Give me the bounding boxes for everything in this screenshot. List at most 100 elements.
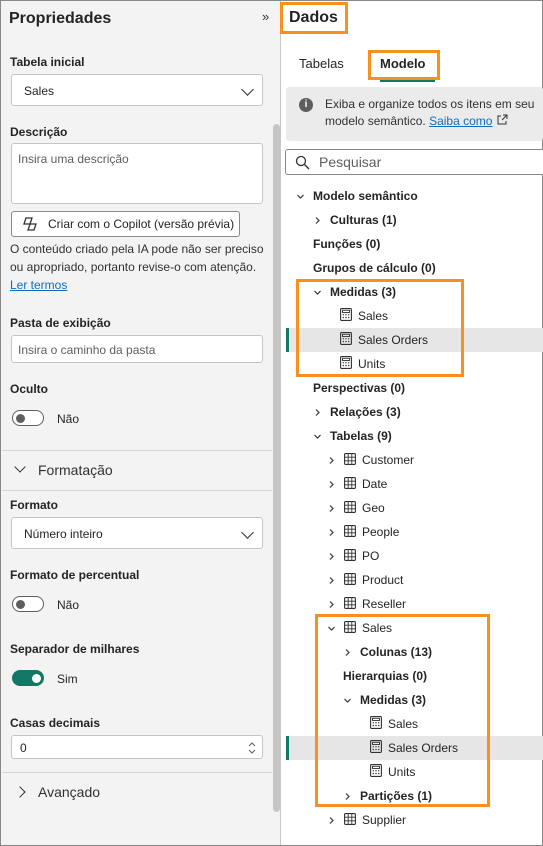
tree-table-po[interactable]: PO xyxy=(327,544,379,568)
display-folder-label: Pasta de exibição xyxy=(10,316,111,330)
collapse-pane-icon[interactable]: » xyxy=(262,9,269,24)
info-text: Exiba e organize todos os itens em seu m… xyxy=(325,96,540,130)
highlight-box-title xyxy=(280,2,348,34)
copilot-icon xyxy=(23,217,37,231)
tree-item-label: Grupos de cálculo (0) xyxy=(313,261,436,275)
tree-item-label: Supplier xyxy=(362,813,407,827)
chevron-right-icon[interactable] xyxy=(313,209,322,233)
chevron-down-icon[interactable] xyxy=(313,425,322,449)
tree-table-reseller[interactable]: Reseller xyxy=(327,592,406,616)
chevron-right-icon[interactable] xyxy=(327,449,336,473)
formatting-section-title: Formatação xyxy=(38,462,113,478)
chevron-down-icon xyxy=(241,526,254,539)
selection-indicator xyxy=(286,328,289,352)
search-placeholder: Pesquisar xyxy=(319,154,382,170)
format-dropdown[interactable]: Número inteiro xyxy=(11,517,263,549)
tree-item-relacoes[interactable]: Relações (3) xyxy=(313,400,401,424)
chevron-right-icon[interactable] xyxy=(327,473,336,497)
advanced-section-title: Avançado xyxy=(38,784,101,800)
chevron-right-icon[interactable] xyxy=(327,569,336,593)
tree-item-funcoes[interactable]: Funções (0) xyxy=(313,232,380,256)
tree-table-product[interactable]: Product xyxy=(327,568,403,592)
table-icon xyxy=(344,449,356,473)
chevron-right-icon xyxy=(14,786,26,798)
format-value: Número inteiro xyxy=(24,527,103,541)
info-banner: i Exiba e organize todos os itens em seu… xyxy=(286,87,543,141)
chevron-down-icon[interactable] xyxy=(296,185,305,209)
search-input[interactable]: Pesquisar xyxy=(285,149,543,175)
scrollbar[interactable] xyxy=(273,124,280,812)
tree-table-supplier[interactable]: Supplier xyxy=(327,808,406,832)
tree-item-culturas[interactable]: Culturas (1) xyxy=(313,208,397,232)
thousands-separator-label: Separador de milhares xyxy=(10,642,140,656)
display-folder-input[interactable]: Insira o caminho da pasta xyxy=(11,335,263,363)
table-icon xyxy=(344,473,356,497)
tree-root-modelo-semantico[interactable]: Modelo semântico xyxy=(296,184,418,208)
table-icon xyxy=(344,545,356,569)
hidden-state: Não xyxy=(57,412,80,426)
ai-disclaimer: O conteúdo criado pela IA pode não ser p… xyxy=(10,241,272,294)
learn-more-link[interactable]: Saiba como xyxy=(429,114,492,128)
highlight-box-sales-table xyxy=(315,614,490,807)
table-icon xyxy=(344,809,356,833)
table-icon xyxy=(344,497,356,521)
initial-table-label: Tabela inicial xyxy=(10,55,85,69)
format-label: Formato xyxy=(10,498,58,512)
properties-pane: Propriedades » Tabela inicial Sales Desc… xyxy=(1,1,281,845)
highlight-box-measures xyxy=(296,279,464,377)
percent-format-state: Não xyxy=(57,598,80,612)
selection-indicator xyxy=(286,736,289,760)
tree-item-label: PO xyxy=(362,549,380,563)
copilot-button[interactable]: Criar com o Copilot (versão prévia) xyxy=(11,211,240,237)
tree-item-label: Relações (3) xyxy=(330,405,401,419)
tree-table-geo[interactable]: Geo xyxy=(327,496,385,520)
chevron-right-icon[interactable] xyxy=(327,809,336,833)
tree-item-label: Geo xyxy=(362,501,385,515)
read-terms-link[interactable]: Ler termos xyxy=(10,278,67,292)
tree-item-label: Customer xyxy=(362,453,415,467)
tree-table-people[interactable]: People xyxy=(327,520,399,544)
tree-item-tabelas[interactable]: Tabelas (9) xyxy=(313,424,392,448)
tree-item-label: Modelo semântico xyxy=(313,189,418,203)
chevron-right-icon[interactable] xyxy=(327,497,336,521)
description-field[interactable]: Insira uma descrição xyxy=(11,143,263,204)
chevron-right-icon[interactable] xyxy=(327,545,336,569)
tree-item-label: Perspectivas (0) xyxy=(313,381,406,395)
divider xyxy=(2,450,272,451)
tree-item-label: Funções (0) xyxy=(313,237,381,251)
stepper-arrows-icon[interactable] xyxy=(248,741,256,755)
active-tab-indicator xyxy=(380,80,435,82)
properties-title: Propriedades xyxy=(9,10,112,27)
search-icon xyxy=(295,155,310,170)
description-placeholder: Insira uma descrição xyxy=(18,152,129,166)
tree-item-label: Date xyxy=(362,477,388,491)
tab-tables[interactable]: Tabelas xyxy=(299,56,344,71)
decimal-places-label: Casas decimais xyxy=(10,716,101,730)
thousands-separator-state: Sim xyxy=(57,672,78,686)
highlight-box-model-tab xyxy=(368,50,440,80)
table-icon xyxy=(344,521,356,545)
decimal-places-stepper[interactable]: 0 xyxy=(11,735,263,759)
divider xyxy=(2,772,272,773)
tree-item-perspectivas[interactable]: Perspectivas (0) xyxy=(313,376,405,400)
tree-item-grupos-calculo[interactable]: Grupos de cálculo (0) xyxy=(313,256,436,280)
hidden-label: Oculto xyxy=(10,382,48,396)
percent-format-label: Formato de percentual xyxy=(10,568,140,582)
thousands-separator-toggle[interactable] xyxy=(12,670,44,686)
ai-disclaimer-text: O conteúdo criado pela IA pode não ser p… xyxy=(10,242,264,274)
hidden-toggle[interactable] xyxy=(12,410,44,426)
decimal-places-value: 0 xyxy=(20,741,27,755)
divider xyxy=(2,490,272,491)
display-folder-placeholder: Insira o caminho da pasta xyxy=(18,343,156,357)
copilot-button-label: Criar com o Copilot (versão prévia) xyxy=(48,217,235,231)
chevron-right-icon[interactable] xyxy=(313,401,322,425)
tree-table-date[interactable]: Date xyxy=(327,472,387,496)
tree-item-label: Reseller xyxy=(362,597,407,611)
percent-format-toggle[interactable] xyxy=(12,596,44,612)
tree-table-customer[interactable]: Customer xyxy=(327,448,414,472)
initial-table-dropdown[interactable]: Sales xyxy=(11,74,263,106)
chevron-right-icon[interactable] xyxy=(327,521,336,545)
info-icon: i xyxy=(299,98,313,112)
chevron-down-icon xyxy=(14,461,26,473)
table-icon xyxy=(344,569,356,593)
